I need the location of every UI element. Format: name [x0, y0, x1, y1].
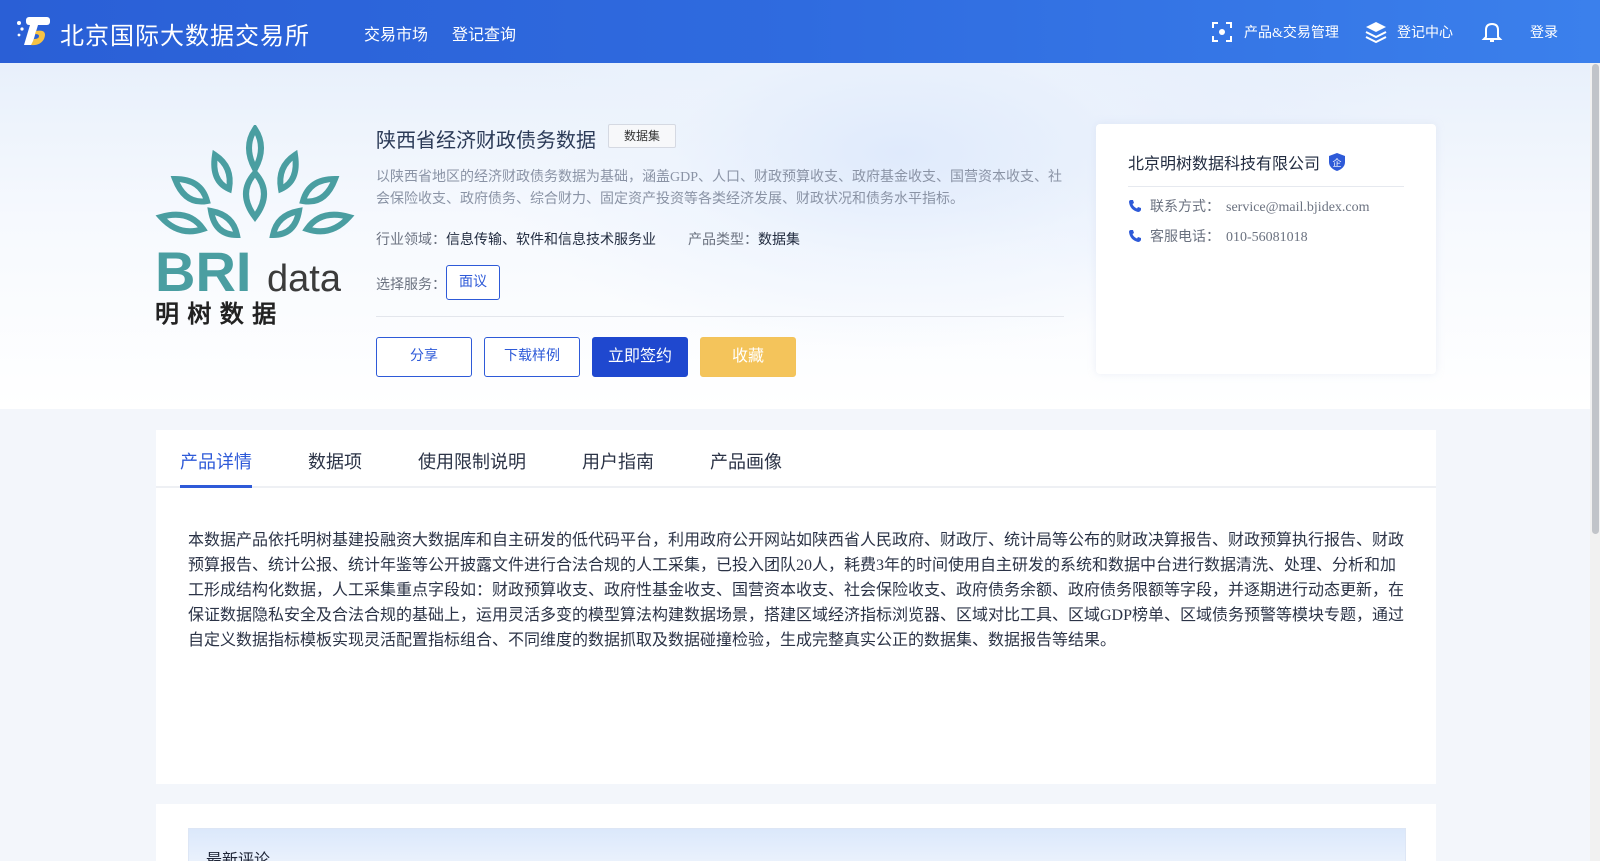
- nav-trading-market[interactable]: 交易市场: [364, 21, 428, 45]
- product-type-value: 数据集: [758, 233, 800, 248]
- product-detail-text: 本数据产品依托明树基建投融资大数据库和自主研发的低代码平台，利用政府公开网站如陕…: [188, 532, 1405, 649]
- active-tab-indicator: [180, 485, 252, 488]
- tab-data-items[interactable]: 数据项: [308, 448, 362, 474]
- product-tabs-panel: 产品详情 数据项 使用限制说明 用户指南 产品画像 本数据产品依托明树基建投融资…: [156, 430, 1436, 784]
- scan-focus-icon[interactable]: [1210, 20, 1234, 44]
- service-option-negotiable[interactable]: 面议: [446, 265, 500, 300]
- tab-user-guide[interactable]: 用户指南: [582, 448, 654, 474]
- phone-icon: [1129, 200, 1141, 212]
- provider-company-card: 北京明树数据科技有限公司 企 联系方式： service@mail.bjidex.…: [1096, 124, 1436, 374]
- favorite-button[interactable]: 收藏: [700, 337, 796, 377]
- card-divider: [1128, 186, 1404, 187]
- customer-phone-value: 010-56081018: [1226, 230, 1308, 245]
- svg-text:BRI: BRI: [155, 240, 251, 303]
- bjidex-logo-icon[interactable]: [16, 15, 52, 47]
- top-navigation-bar: 北京国际大数据交易所 交易市场 登记查询 产品&交易管理 登记中心 登录: [0, 0, 1600, 63]
- phone-label: 客服电话：: [1150, 230, 1220, 245]
- industry-value: 信息传输、软件和信息技术服务业: [446, 233, 656, 248]
- tab-usage-restrictions[interactable]: 使用限制说明: [418, 448, 526, 474]
- sign-now-button[interactable]: 立即签约: [592, 337, 688, 377]
- comments-header: 最新评论: [188, 828, 1406, 861]
- industry-label: 行业领域：: [376, 233, 446, 248]
- contact-email-row: 联系方式： service@mail.bjidex.com: [1128, 196, 1370, 216]
- product-type-label: 产品类型：: [688, 233, 758, 248]
- tab-product-details[interactable]: 产品详情: [180, 448, 252, 474]
- industry-field: 行业领域：信息传输、软件和信息技术服务业: [376, 229, 656, 249]
- product-type-field: 产品类型：数据集: [688, 229, 800, 249]
- contact-label: 联系方式：: [1150, 200, 1220, 215]
- download-sample-button[interactable]: 下载样例: [484, 337, 580, 377]
- svg-text:data: data: [267, 258, 342, 300]
- comments-title: 最新评论: [206, 852, 271, 861]
- customer-phone-row: 客服电话： 010-56081018: [1128, 226, 1308, 246]
- nav-registration-query[interactable]: 登记查询: [452, 21, 516, 45]
- notification-bell-icon[interactable]: [1480, 20, 1504, 44]
- share-button[interactable]: 分享: [376, 337, 472, 377]
- tab-product-profile[interactable]: 产品画像: [710, 448, 782, 474]
- product-type-badge: 数据集: [608, 124, 677, 148]
- site-title[interactable]: 北京国际大数据交易所: [60, 16, 310, 51]
- service-label: 选择服务：: [376, 278, 446, 293]
- tab-bar: 产品详情 数据项 使用限制说明 用户指南 产品画像: [156, 430, 1436, 488]
- nav-registry-center[interactable]: 登记中心: [1397, 22, 1453, 42]
- enterprise-verified-icon: 企: [1329, 153, 1345, 171]
- bri-data-brand-logo: BRI data 明 树 数 据: [155, 125, 355, 325]
- page-scrollbar-thumb[interactable]: [1592, 64, 1599, 534]
- nav-product-trade-management[interactable]: 产品&交易管理: [1244, 22, 1339, 42]
- svg-text:明 树 数 据: 明 树 数 据: [155, 300, 276, 325]
- phone-icon: [1129, 230, 1141, 242]
- layers-icon[interactable]: [1364, 20, 1388, 44]
- comments-panel: 最新评论: [156, 804, 1436, 861]
- company-name[interactable]: 北京明树数据科技有限公司: [1128, 150, 1320, 174]
- contact-email-value: service@mail.bjidex.com: [1226, 200, 1370, 215]
- login-link[interactable]: 登录: [1530, 22, 1558, 42]
- product-title: 陕西省经济财政债务数据: [376, 130, 596, 152]
- hero-divider: [376, 316, 1064, 317]
- svg-text:企: 企: [1332, 157, 1341, 169]
- product-description: 以陕西省地区的经济财政债务数据为基础，涵盖GDP、人口、财政预算收支、政府基金收…: [376, 170, 1063, 207]
